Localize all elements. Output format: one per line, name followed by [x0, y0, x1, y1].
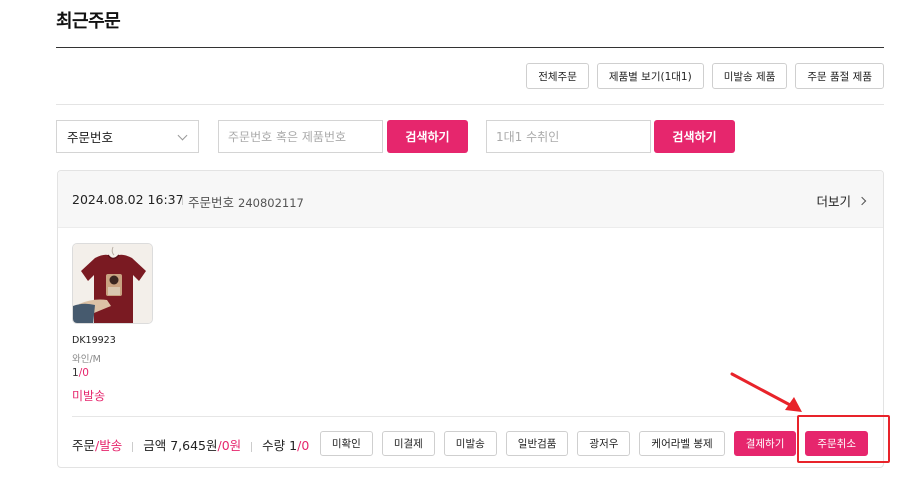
search-type-select[interactable]: 주문번호: [56, 120, 199, 153]
summary-shipping-label: 발송: [99, 438, 123, 453]
order-summary: 주문/발송 금액 7,645원/0원 수량 1/0: [72, 435, 309, 454]
filter-bar: 전체주문 제품별 보기(1대1) 미발송 제품 주문 품절 제품: [526, 63, 884, 89]
cancel-order-button[interactable]: 주문취소: [805, 431, 868, 456]
order-number-label: 주문번호: [188, 195, 235, 210]
product-option: 와인/M: [72, 354, 101, 365]
summary-separator: [132, 441, 134, 452]
care-label-sewing-button[interactable]: 케어라벨 봉제: [639, 431, 725, 456]
summary-separator: [251, 441, 253, 452]
product-qty-total: 1: [72, 367, 79, 379]
unconfirmed-button[interactable]: 미확인: [319, 431, 373, 456]
summary-amount-label: 금액: [143, 438, 167, 453]
order-card-header: 2024.08.02 16:37 주문번호 240802117 더보기: [58, 171, 883, 228]
tshirt-photo: [73, 244, 152, 323]
more-label: 더보기: [816, 194, 851, 209]
footer-divider: [72, 416, 869, 417]
chevron-right-icon: [857, 196, 867, 205]
general-inspection-button[interactable]: 일반검품: [505, 431, 569, 456]
chevron-down-icon: [177, 130, 188, 141]
header-separator: [182, 195, 183, 205]
unshipped-products-button[interactable]: 미발송 제품: [711, 63, 788, 89]
summary-amount-sent: 0원: [221, 438, 242, 453]
product-thumbnail[interactable]: [72, 243, 153, 324]
unshipped-button[interactable]: 미발송: [443, 431, 497, 456]
product-code: DK19923: [72, 335, 116, 346]
all-orders-button[interactable]: 전체주문: [526, 63, 589, 89]
order-actions: 미확인 미결제 미발송 일반검품 광저우 케어라벨 봉제 결제하기 주문취소: [319, 431, 868, 456]
unpaid-button[interactable]: 미결제: [381, 431, 435, 456]
order-number: 240802117: [238, 196, 304, 210]
pay-button[interactable]: 결제하기: [733, 431, 797, 456]
guangzhou-button[interactable]: 광저우: [577, 431, 631, 456]
by-product-button[interactable]: 제품별 보기(1대1): [596, 63, 704, 89]
title-divider: [56, 47, 884, 48]
summary-order-label: 주문: [72, 438, 96, 453]
summary-amount-value: 7,645원: [170, 438, 218, 453]
order-search-input[interactable]: [218, 120, 383, 153]
summary-qty-sent: 0: [301, 438, 310, 453]
search-button[interactable]: 검색하기: [387, 120, 468, 153]
filter-divider: [56, 104, 884, 105]
order-number-group: 주문번호 240802117: [188, 192, 304, 211]
product-quantity: 1/0: [72, 367, 89, 379]
out-of-stock-button[interactable]: 주문 품절 제품: [795, 63, 884, 89]
page-title: 최근주문: [56, 11, 121, 32]
summary-qty-label: 수량: [262, 438, 286, 453]
recipient-search-button[interactable]: 검색하기: [654, 120, 735, 153]
shipping-status: 미발송: [72, 389, 106, 403]
search-type-value: 주문번호: [67, 130, 114, 145]
summary-qty-total: 1: [289, 438, 298, 453]
order-date: 2024.08.02 16:37: [72, 192, 184, 207]
recipient-search-input[interactable]: [486, 120, 651, 153]
product-qty-sent: 0: [82, 367, 89, 379]
order-card: 2024.08.02 16:37 주문번호 240802117 더보기 DK19…: [57, 170, 884, 468]
more-link[interactable]: 더보기: [816, 191, 867, 210]
